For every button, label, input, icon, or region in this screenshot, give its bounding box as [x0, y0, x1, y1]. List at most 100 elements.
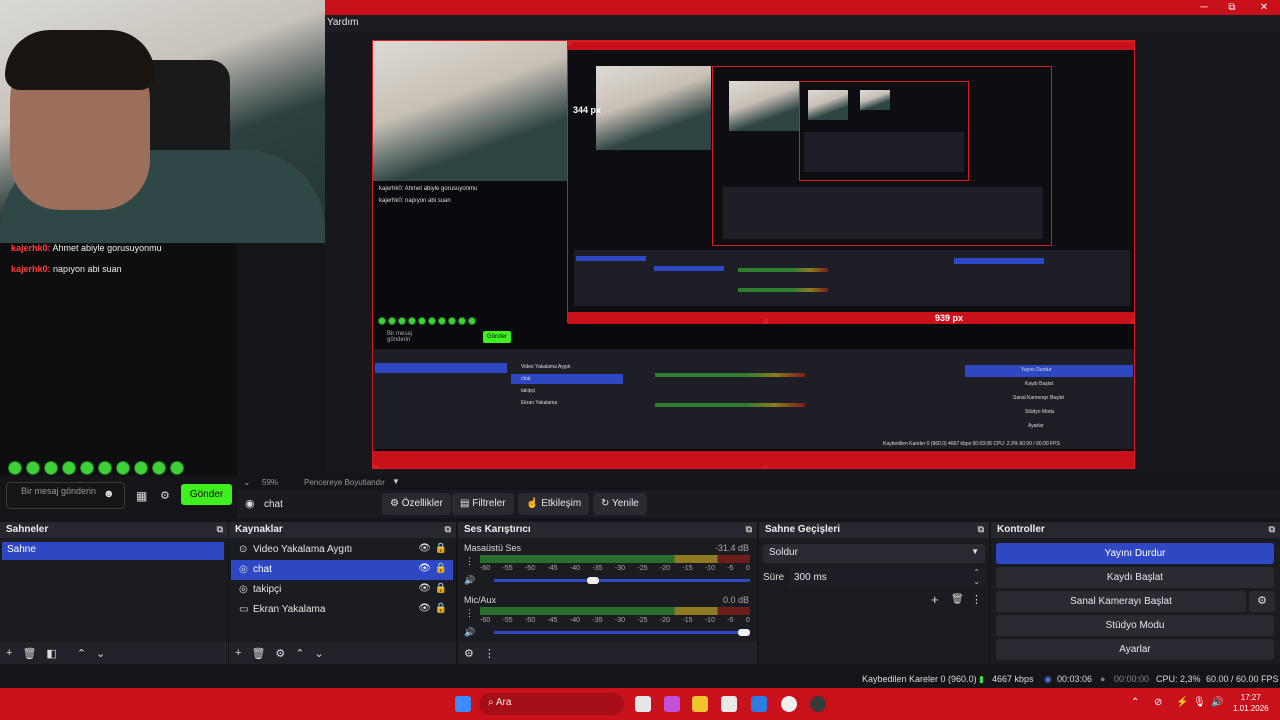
undock-icon[interactable]: ⧉: [445, 524, 451, 535]
chat-username: kajerhk0:: [11, 264, 51, 274]
mixer-menu-icon[interactable]: ⋮: [484, 647, 495, 660]
transition-select[interactable]: Soldur ▼: [763, 544, 985, 563]
zoom-fit-label[interactable]: Pencereye Boyutlandır: [304, 478, 385, 487]
copilot-icon[interactable]: [664, 696, 680, 712]
filters-button[interactable]: ▤ Filtreler: [452, 493, 514, 515]
gear-icon[interactable]: ⚙: [275, 647, 285, 660]
undock-icon[interactable]: ⧉: [217, 524, 223, 535]
interact-button[interactable]: ☝ Etkileşim: [518, 493, 590, 515]
source-item[interactable]: ▭ Ekran Yakalama 👁 🔒: [231, 600, 453, 620]
store-icon[interactable]: [721, 696, 737, 712]
trash-icon[interactable]: 🗑: [22, 647, 36, 660]
emote[interactable]: [26, 461, 40, 475]
stop-streaming-button[interactable]: Yayını Durdur: [996, 543, 1274, 564]
dock-header: Sahne Geçişleri ⧉: [759, 522, 989, 538]
add-transition-icon[interactable]: +: [931, 592, 939, 607]
studio-mode-button[interactable]: Stüdyo Modu: [996, 615, 1274, 636]
tray-volume-icon[interactable]: 🔊: [1211, 697, 1223, 708]
file-explorer-icon[interactable]: [692, 696, 708, 712]
start-recording-button[interactable]: Kaydı Başlat: [996, 567, 1274, 588]
emote[interactable]: [62, 461, 76, 475]
lock-icon[interactable]: 🔒: [435, 563, 447, 574]
lock-icon[interactable]: 🔒: [435, 583, 447, 594]
emote[interactable]: [44, 461, 58, 475]
settings-gear-icon[interactable]: [781, 696, 797, 712]
close-button[interactable]: ✕: [1248, 0, 1280, 15]
channel-menu-icon[interactable]: ⋮: [465, 556, 474, 567]
duration-field[interactable]: 300 ms ⌃ ⌄: [789, 568, 985, 588]
obs-icon[interactable]: [810, 696, 826, 712]
volume-slider[interactable]: [494, 579, 750, 582]
scene-item[interactable]: Sahne: [2, 542, 224, 560]
filter-icon[interactable]: ◧: [46, 647, 56, 660]
resize-handle[interactable]: [763, 319, 768, 324]
lock-icon[interactable]: 🔒: [435, 603, 447, 614]
refresh-button[interactable]: ↻ Yenile: [593, 493, 647, 515]
virtual-camera-gear-icon[interactable]: ⚙: [1249, 591, 1275, 612]
tray-network-icon[interactable]: ⊘: [1154, 697, 1162, 708]
settings-button[interactable]: Ayarlar: [996, 639, 1274, 660]
advanced-audio-icon[interactable]: ⚙: [464, 647, 474, 660]
source-item[interactable]: ⊙ Video Yakalama Aygıtı 👁 🔒: [231, 540, 453, 560]
dock-title: Sahneler: [6, 524, 49, 535]
move-up-icon[interactable]: ⌃: [77, 647, 86, 660]
menu-help[interactable]: Yardım: [327, 17, 359, 28]
transition-menu-icon[interactable]: ⋮: [971, 593, 982, 606]
move-down-icon[interactable]: ⌄: [96, 647, 105, 660]
move-down-icon[interactable]: ⌄: [315, 647, 324, 660]
resize-handle[interactable]: [1130, 319, 1134, 324]
chat-settings-icon[interactable]: ⚙: [160, 489, 170, 502]
gift-icon[interactable]: ▦: [136, 489, 147, 503]
trash-icon[interactable]: 🗑: [951, 594, 964, 605]
volume-slider-knob[interactable]: [738, 629, 750, 636]
stepper-icon[interactable]: ⌃ ⌄: [973, 568, 980, 586]
source-item[interactable]: ◎ takipçi 👁 🔒: [231, 580, 453, 600]
fps: 60.00 / 60.00 FPS: [1206, 674, 1279, 684]
visibility-icon[interactable]: 👁: [418, 583, 431, 594]
lock-icon[interactable]: 🔒: [435, 543, 447, 554]
add-icon[interactable]: +: [6, 647, 12, 659]
trash-icon[interactable]: 🗑: [251, 647, 265, 660]
undock-icon[interactable]: ⧉: [1269, 524, 1275, 535]
visibility-icon[interactable]: 👁: [418, 603, 431, 614]
emote[interactable]: [134, 461, 148, 475]
add-icon[interactable]: +: [235, 647, 241, 659]
resize-handle[interactable]: [373, 465, 378, 468]
start-menu-icon[interactable]: [455, 696, 471, 712]
emote-bar[interactable]: [8, 461, 184, 475]
visibility-icon[interactable]: 👁: [418, 543, 431, 554]
emoji-icon[interactable]: ☻: [103, 488, 115, 500]
tray-chevron-icon[interactable]: ⌃: [1131, 697, 1139, 708]
move-up-icon[interactable]: ⌃: [295, 647, 304, 660]
taskbar-search[interactable]: ⌕ Ara: [479, 693, 624, 715]
undock-icon[interactable]: ⧉: [978, 524, 984, 535]
chat-send-button[interactable]: Gönder: [181, 484, 232, 505]
tray-power-icon[interactable]: ⚡: [1176, 697, 1188, 708]
tray-mic-icon[interactable]: 🎙: [1193, 697, 1206, 708]
task-view-icon[interactable]: [635, 696, 651, 712]
zoom-dropdown-icon[interactable]: ▼: [392, 477, 400, 486]
channel-menu-icon[interactable]: ⋮: [465, 608, 474, 619]
maximize-button[interactable]: ⧉: [1216, 0, 1248, 15]
chevron-down-icon[interactable]: ⌄: [243, 477, 251, 488]
properties-button[interactable]: ⚙ Özellikler: [382, 493, 451, 515]
start-virtual-camera-button[interactable]: Sanal Kamerayı Başlat: [996, 591, 1246, 612]
emote[interactable]: [8, 461, 22, 475]
emote[interactable]: [98, 461, 112, 475]
source-item[interactable]: ◎ chat 👁 🔒: [231, 560, 453, 580]
resize-handle[interactable]: [567, 41, 572, 46]
mail-icon[interactable]: [751, 696, 767, 712]
speaker-icon[interactable]: 🔊: [464, 627, 475, 638]
emote[interactable]: [152, 461, 166, 475]
emote[interactable]: [116, 461, 130, 475]
emote[interactable]: [80, 461, 94, 475]
emote[interactable]: [170, 461, 184, 475]
taskbar-clock[interactable]: 17:27 1.01.2026: [1233, 692, 1269, 714]
visibility-icon[interactable]: 👁: [418, 563, 431, 574]
preview-canvas[interactable]: kajerhk0: Ahmet abiyle gorusuyonmu kajer…: [372, 40, 1135, 469]
volume-slider-knob[interactable]: [586, 577, 599, 584]
undock-icon[interactable]: ⧉: [746, 524, 752, 535]
resize-handle[interactable]: [763, 465, 768, 468]
volume-slider[interactable]: [494, 631, 750, 634]
speaker-icon[interactable]: 🔊: [464, 575, 475, 586]
